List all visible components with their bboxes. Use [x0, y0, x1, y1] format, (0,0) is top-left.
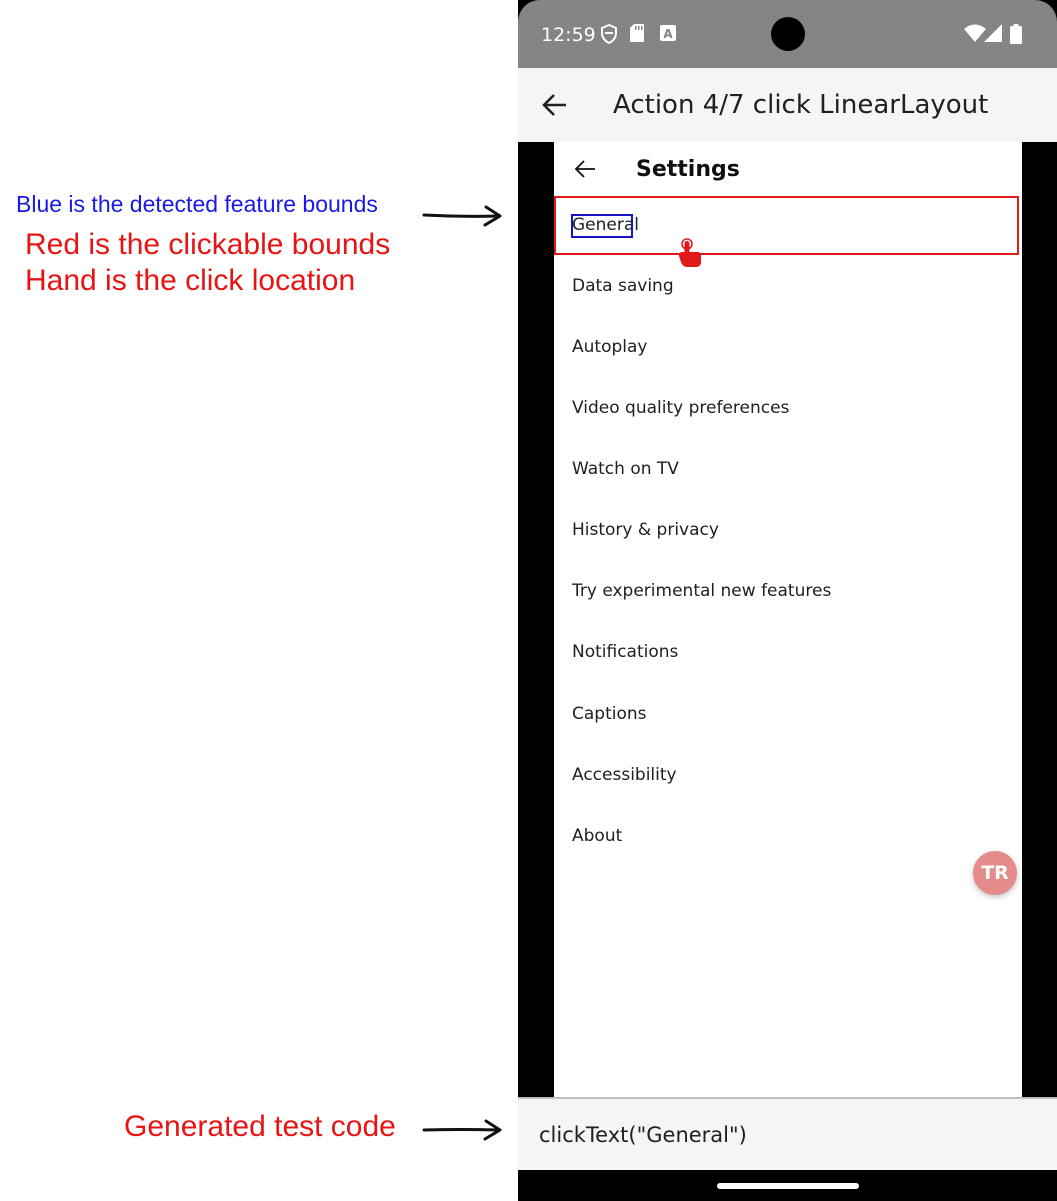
navigation-bar — [518, 1170, 1057, 1201]
back-arrow-icon[interactable] — [574, 159, 596, 179]
generated-code-bar: clickText("General") — [518, 1097, 1057, 1170]
camera-cutout — [771, 17, 805, 51]
menu-item-label: Accessibility — [572, 765, 677, 785]
generated-code-text: clickText("General") — [539, 1123, 747, 1147]
legend-click-location-text: Hand is the click location — [25, 264, 356, 297]
menu-item-label: Watch on TV — [572, 459, 679, 479]
settings-item-notifications[interactable]: Notifications — [554, 623, 1022, 684]
settings-item-video-quality[interactable]: Video quality preferences — [554, 379, 1022, 440]
back-arrow-icon[interactable] — [542, 92, 568, 118]
home-gesture-handle[interactable] — [717, 1183, 859, 1189]
arrow-right-icon — [422, 1119, 502, 1141]
tr-floating-button[interactable]: TR — [973, 851, 1017, 895]
menu-item-label: Notifications — [572, 642, 679, 662]
menu-item-label: Video quality preferences — [572, 398, 790, 418]
status-time: 12:59 — [541, 24, 596, 46]
legend-generated-code-text: Generated test code — [124, 1110, 396, 1143]
menu-item-label: Autoplay — [572, 337, 648, 357]
menu-item-label: History & privacy — [572, 520, 719, 540]
settings-item-about[interactable]: About — [554, 807, 1022, 868]
legend-clickable-bounds-text: Red is the clickable bounds — [25, 228, 391, 261]
cellular-signal-icon — [984, 24, 1002, 42]
keyboard-a-icon: A — [660, 25, 676, 41]
page-title: Action 4/7 click LinearLayout — [613, 90, 989, 120]
menu-item-label: Try experimental new features — [572, 581, 832, 601]
wifi-icon — [964, 24, 986, 42]
status-bar: 12:59 A — [518, 0, 1057, 68]
menu-item-label: Captions — [572, 704, 647, 724]
settings-item-experimental-features[interactable]: Try experimental new features — [554, 562, 1022, 623]
settings-title: Settings — [636, 157, 740, 182]
battery-icon — [1010, 24, 1022, 44]
svg-text:A: A — [663, 27, 673, 41]
app-bar: Action 4/7 click LinearLayout — [518, 68, 1057, 142]
settings-item-autoplay[interactable]: Autoplay — [554, 318, 1022, 379]
settings-item-accessibility[interactable]: Accessibility — [554, 746, 1022, 807]
feature-bounds-overlay — [571, 214, 633, 238]
settings-item-history-privacy[interactable]: History & privacy — [554, 501, 1022, 562]
shield-icon — [601, 24, 617, 44]
phone-frame: 12:59 A Action 4/7 click LinearLayout Se… — [518, 0, 1057, 1201]
settings-screen: Settings General Data saving Autoplay Vi… — [554, 142, 1022, 1097]
annotation-legend: Blue is the detected feature bounds Red … — [0, 0, 518, 1201]
settings-item-watch-on-tv[interactable]: Watch on TV — [554, 440, 1022, 501]
settings-item-data-saving[interactable]: Data saving — [554, 257, 1022, 318]
legend-feature-bounds-text: Blue is the detected feature bounds — [16, 191, 378, 217]
menu-item-label: About — [572, 826, 623, 846]
sd-card-icon — [630, 24, 644, 42]
pointing-hand-icon — [678, 238, 701, 267]
settings-item-captions[interactable]: Captions — [554, 685, 1022, 746]
menu-item-label: Data saving — [572, 276, 674, 296]
arrow-right-icon — [422, 205, 502, 227]
